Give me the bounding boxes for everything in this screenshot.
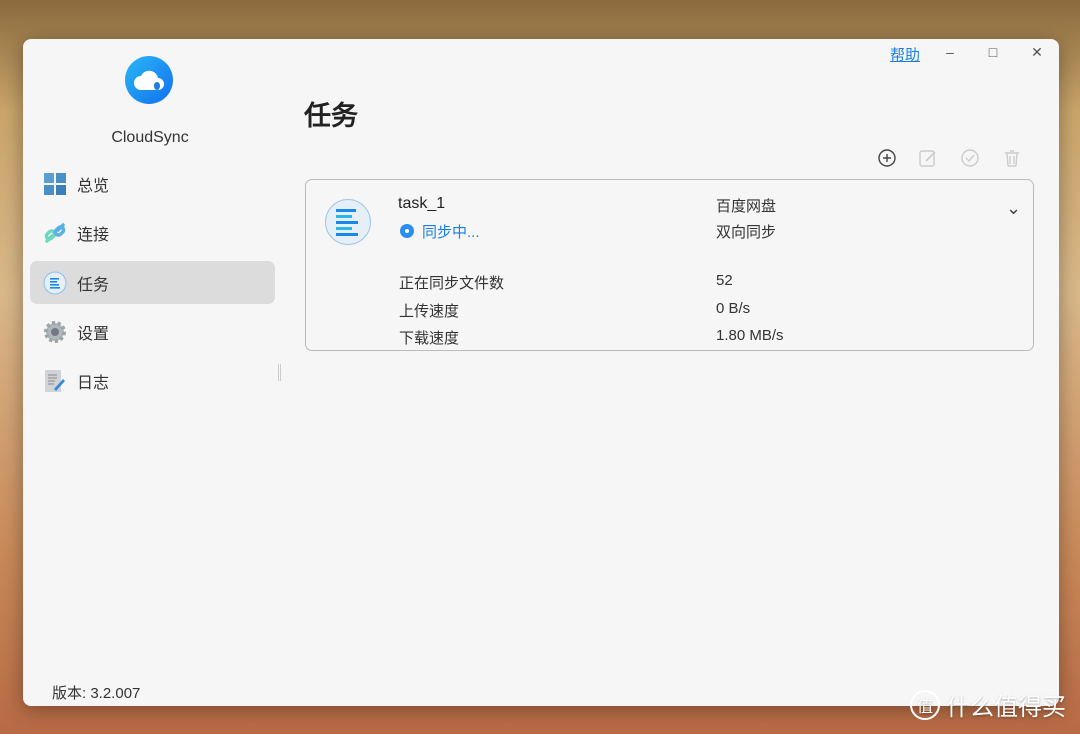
minimize-button[interactable]: –: [940, 44, 960, 60]
log-document-icon: [43, 369, 67, 393]
sidebar-item-settings[interactable]: 设置: [30, 310, 275, 353]
stat-value: 52: [716, 272, 733, 289]
task-card[interactable]: task_1 同步中... 百度网盘 双向同步 ⌄ 正在同步文件数 52 上传速…: [305, 179, 1034, 351]
task-icon: [325, 199, 371, 245]
version-label: 版本: 3.2.007: [52, 685, 141, 702]
help-link[interactable]: 帮助: [890, 44, 920, 65]
edit-task-icon[interactable]: [918, 148, 938, 168]
sidebar-item-label: 连接: [77, 226, 110, 244]
gear-icon: [43, 320, 67, 344]
sidebar-item-label: 日志: [77, 374, 110, 392]
delete-task-icon[interactable]: [1002, 148, 1022, 168]
stat-label: 下载速度: [399, 330, 460, 347]
maximize-button[interactable]: □: [983, 44, 1003, 60]
stat-value: 0 B/s: [716, 300, 751, 317]
stat-label: 正在同步文件数: [399, 275, 505, 292]
watermark-text: 什么值得买: [946, 694, 1066, 721]
add-task-icon[interactable]: [877, 148, 897, 168]
syncing-status-icon: [400, 224, 414, 238]
task-status: 同步中...: [422, 224, 480, 241]
task-list-icon: [43, 271, 67, 295]
sidebar-item-logs[interactable]: 日志: [30, 359, 275, 402]
link-icon: [43, 221, 67, 245]
grid-icon: [43, 172, 67, 196]
watermark-logo-icon: 值: [910, 689, 940, 720]
sidebar-item-label: 任务: [77, 276, 110, 294]
close-button[interactable]: ✕: [1027, 44, 1047, 61]
cloudsync-window: 帮助 – □ ✕ CloudSync 总览 连接 任务 设置 日志 版本: 3.…: [23, 39, 1059, 706]
sidebar-item-label: 设置: [77, 325, 110, 343]
cloud-provider: 百度网盘: [716, 198, 777, 215]
sidebar-item-connections[interactable]: 连接: [30, 211, 275, 254]
cloudsync-logo-icon: [125, 56, 173, 104]
expand-chevron-icon[interactable]: ⌄: [1006, 198, 1021, 219]
sidebar-resize-handle[interactable]: [278, 364, 281, 381]
sync-direction: 双向同步: [716, 224, 777, 241]
stat-value: 1.80 MB/s: [716, 327, 784, 344]
sidebar-item-tasks[interactable]: 任务: [30, 261, 275, 304]
sidebar-item-label: 总览: [77, 177, 110, 195]
app-name: CloudSync: [111, 129, 189, 146]
page-title: 任务: [304, 101, 358, 131]
task-name: task_1: [398, 195, 446, 212]
watermark: 值 什么值得买: [910, 687, 1066, 722]
stat-label: 上传速度: [399, 303, 460, 320]
sidebar-item-overview[interactable]: 总览: [30, 162, 275, 205]
enable-task-icon[interactable]: [960, 148, 980, 168]
